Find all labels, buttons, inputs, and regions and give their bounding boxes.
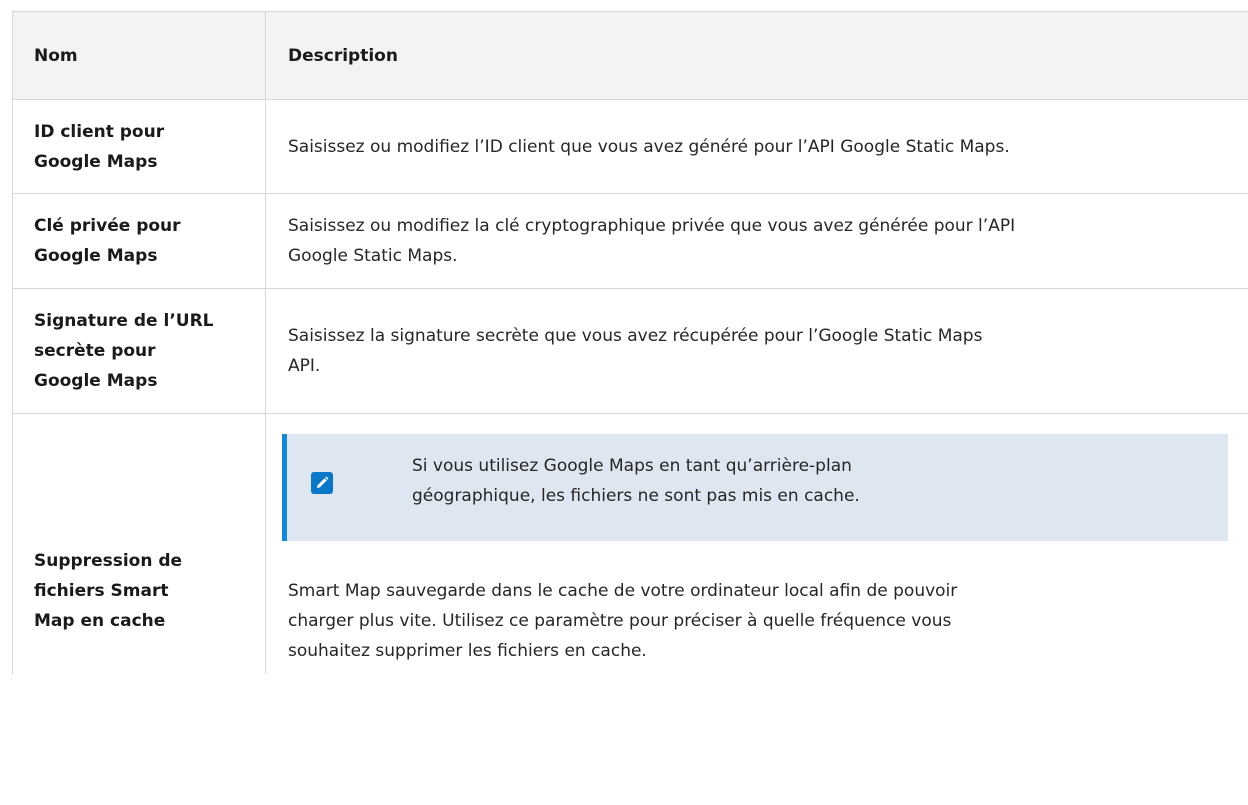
setting-name: Suppression de fichiers Smart Map en cac… <box>12 413 266 674</box>
setting-name-line: secrète pour <box>34 341 156 361</box>
table-row: Signature de l’URL secrète pour Google M… <box>12 288 1248 414</box>
table-row: Clé privée pour Google Maps Saisissez ou… <box>12 193 1248 289</box>
description-line: Saisissez ou modifiez l’ID client que vo… <box>288 136 1010 157</box>
setting-name: Clé privée pour Google Maps <box>12 193 266 289</box>
table-row: ID client pour Google Maps Saisissez ou … <box>12 99 1248 194</box>
setting-name-line: Suppression de <box>34 551 183 571</box>
description-line: Saisissez ou modifiez la clé cryptograph… <box>288 216 1016 236</box>
note-line: géographique, les fichiers ne sont pas m… <box>412 486 860 506</box>
description-line: Smart Map sauvegarde dans le cache de vo… <box>288 581 958 601</box>
setting-name-line: Google Maps <box>34 151 158 172</box>
description-body: Smart Map sauvegarde dans le cache de vo… <box>288 576 1188 666</box>
table-row: Suppression de fichiers Smart Map en cac… <box>12 413 1248 674</box>
setting-description: Saisissez ou modifiez l’ID client que vo… <box>265 99 1248 194</box>
description-line: Google Static Maps. <box>288 246 458 266</box>
pencil-icon <box>311 472 333 494</box>
note-callout: Si vous utilisez Google Maps en tant qu’… <box>282 434 1228 541</box>
setting-description: Saisissez ou modifiez la clé cryptograph… <box>265 193 1248 289</box>
setting-name-line: Clé privée pour <box>34 216 181 236</box>
setting-name-line: Signature de l’URL <box>34 311 214 331</box>
description-line: souhaitez supprimer les fichiers en cach… <box>288 641 647 661</box>
setting-name: ID client pour Google Maps <box>12 99 266 194</box>
description-line: Saisissez la signature secrète que vous … <box>288 326 983 346</box>
settings-table: Nom Description ID client pour Google Ma… <box>12 11 1248 674</box>
setting-description: Saisissez la signature secrète que vous … <box>265 288 1248 414</box>
header-description: Description <box>265 11 1248 100</box>
setting-name-line: Google Maps <box>34 246 158 266</box>
description-line: API. <box>288 356 321 376</box>
setting-description: Si vous utilisez Google Maps en tant qu’… <box>265 413 1248 674</box>
description-line: charger plus vite. Utilisez ce paramètre… <box>288 611 952 631</box>
setting-name-line: fichiers Smart <box>34 581 169 601</box>
header-name: Nom <box>12 11 266 100</box>
table-header-row: Nom Description <box>12 11 1248 100</box>
setting-name-line: Map en cache <box>34 611 166 631</box>
setting-name-line: ID client pour <box>34 121 165 142</box>
setting-name: Signature de l’URL secrète pour Google M… <box>12 288 266 414</box>
setting-name-line: Google Maps <box>34 371 158 391</box>
note-text: Si vous utilisez Google Maps en tant qu’… <box>412 451 1032 511</box>
note-line: Si vous utilisez Google Maps en tant qu’… <box>412 456 852 476</box>
